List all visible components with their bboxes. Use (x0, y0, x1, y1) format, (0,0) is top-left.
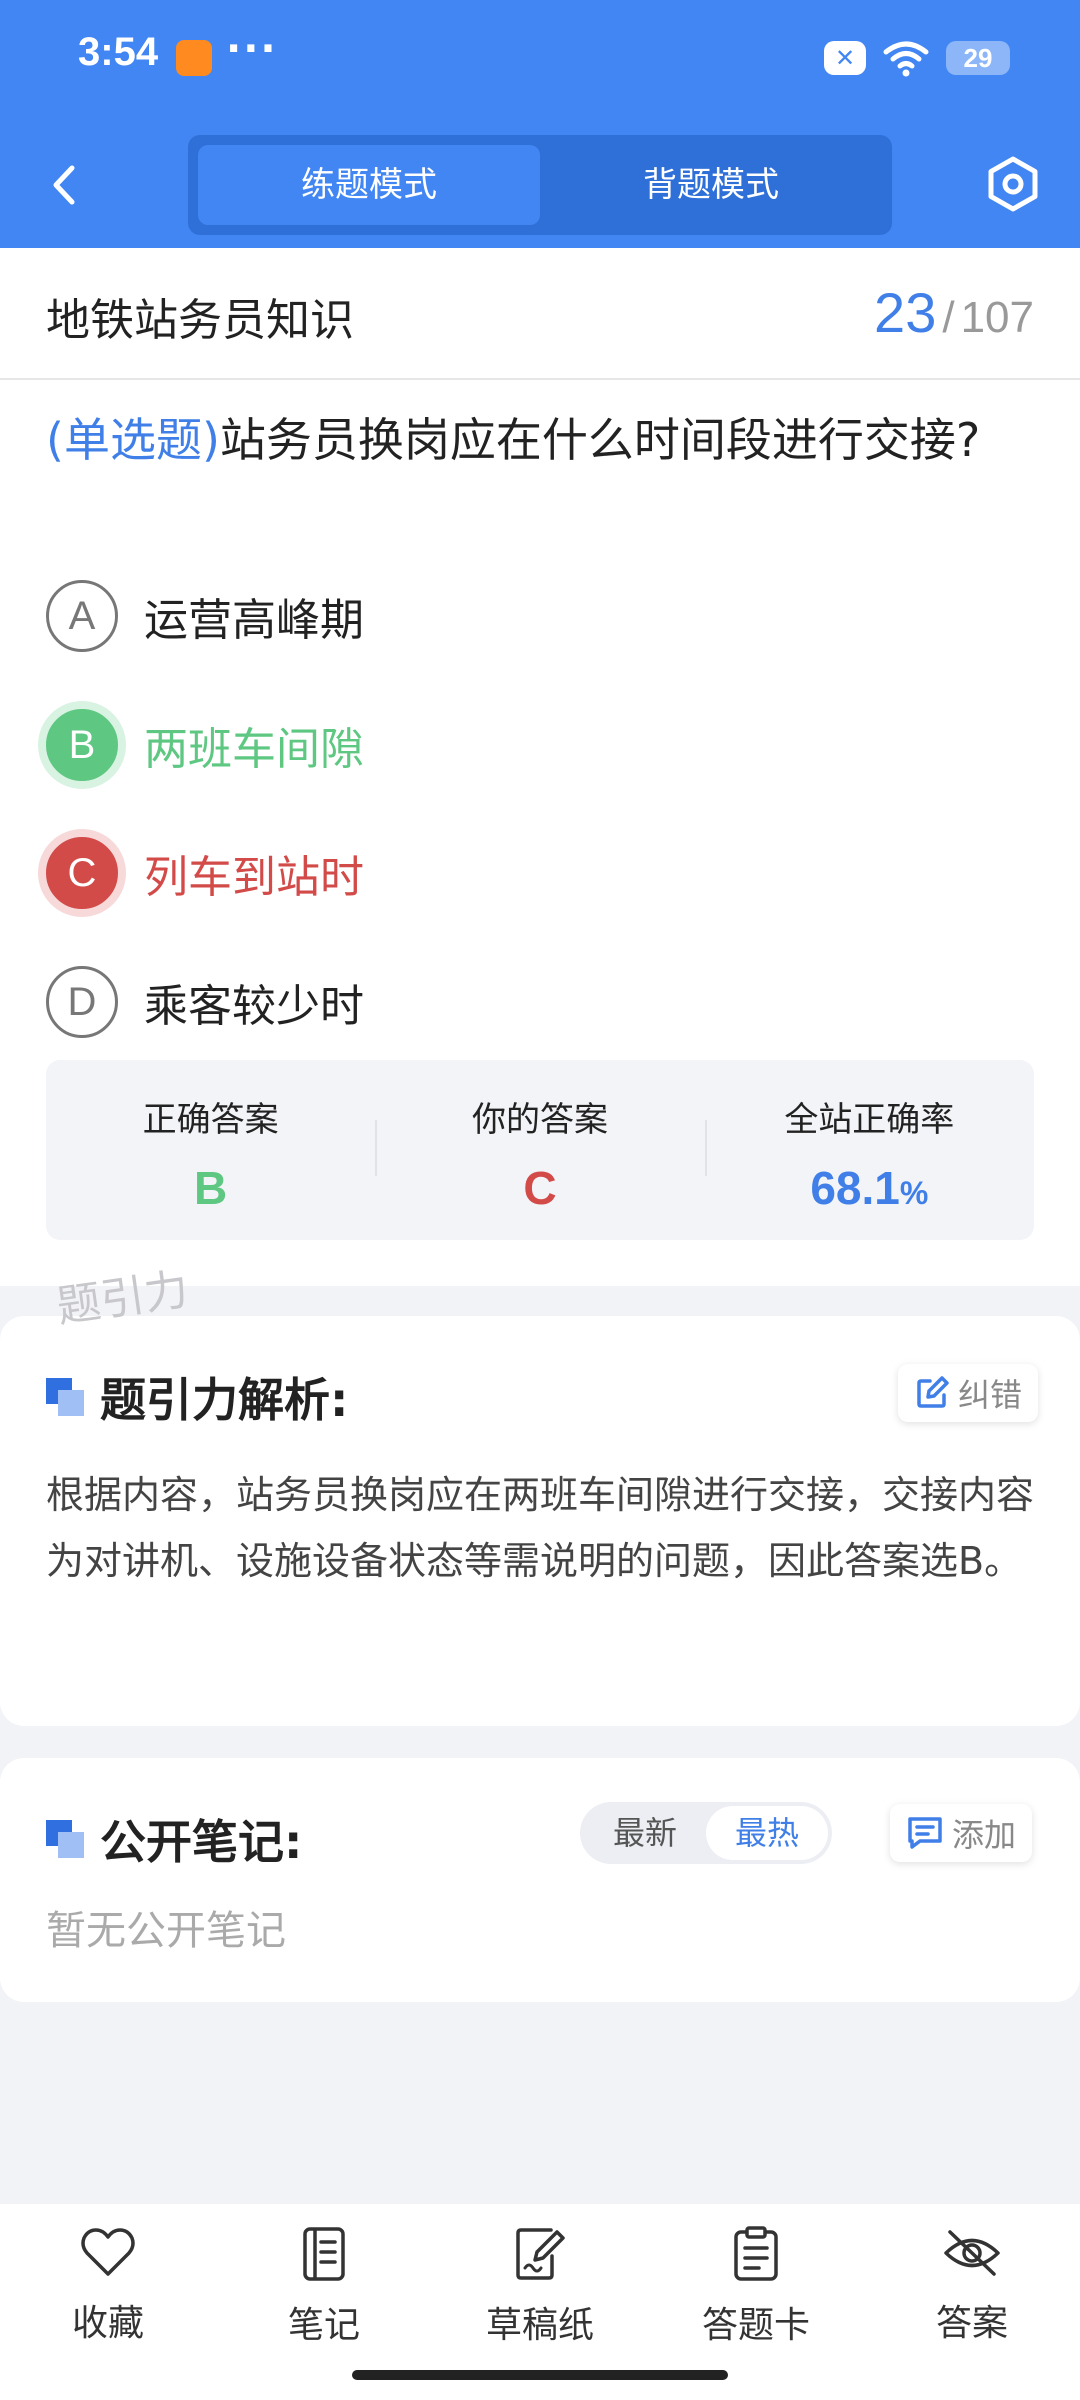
nav-label: 答案 (935, 2303, 1008, 2344)
notes-title: 公开笔记: (100, 1815, 303, 1869)
home-indicator[interactable] (352, 2370, 728, 2380)
question-stem: 站务员换岗应在什么时间段进行交接? (219, 413, 981, 467)
option-letter: D (46, 966, 118, 1038)
progress-separator: / (942, 293, 955, 342)
correct-answer-column: 正确答案 B (46, 1060, 375, 1240)
analysis-text: 根据内容，站务员换岗应在两班车间隙进行交接，交接内容为对讲机、设施设备状态等需说… (46, 1473, 1035, 1583)
tab-memorize-mode[interactable]: 背题模式 (540, 145, 882, 225)
comment-icon (908, 1817, 942, 1849)
option-text: 两班车间隙 (144, 724, 364, 775)
heart-icon (81, 2228, 135, 2276)
correct-answer-label: 正确答案 (142, 1100, 279, 1140)
eye-off-icon (944, 2230, 1000, 2276)
edit-icon (917, 1376, 949, 1408)
back-arrow-icon[interactable] (40, 160, 90, 210)
notes-empty-text: 暂无公开笔记 (46, 1908, 286, 1954)
notification-app-icon (176, 40, 212, 76)
analysis-card: 题引力解析: 纠错 根据内容，站务员换岗应在两班车间隙进行交接，交接内容为对讲机… (0, 1316, 1080, 1726)
mode-toggle: 练题模式 背题模式 (188, 135, 892, 235)
more-notifications-icon: ··· (226, 26, 278, 72)
option-letter: A (46, 580, 118, 652)
report-error-label: 纠错 (958, 1376, 1023, 1414)
answer-result-panel: 正确答案 B 你的答案 C 全站正确率 68.1% (46, 1060, 1034, 1240)
your-answer-column: 你的答案 C (375, 1060, 704, 1240)
your-answer-label: 你的答案 (471, 1100, 608, 1140)
accuracy-rate-number: 68.1 (810, 1162, 900, 1214)
draft-paper-icon (516, 2228, 565, 2280)
option-text: 列车到站时 (144, 852, 364, 903)
add-note-label: 添加 (952, 1816, 1017, 1854)
accuracy-rate-value: 68.1% (705, 1161, 1034, 1215)
settings-icon[interactable] (984, 155, 1042, 213)
notes-header: 公开笔记: (46, 1806, 302, 1872)
sort-hottest[interactable]: 最热 (706, 1806, 828, 1860)
notebook-icon (303, 2227, 345, 2281)
nav-favorite[interactable]: 收藏 (0, 2204, 216, 2400)
question-progress[interactable]: 23/107 (874, 280, 1034, 345)
topic-row: 地铁站务员知识 23/107 (0, 248, 1080, 380)
add-note-button[interactable]: 添加 (890, 1804, 1033, 1862)
option-b[interactable]: B 两班车间隙 (46, 707, 1026, 783)
option-letter: B (46, 709, 118, 781)
status-icons: ✕ 29 (824, 38, 1010, 78)
analysis-title: 题引力解析: (100, 1373, 349, 1427)
option-text: 乘客较少时 (144, 981, 364, 1032)
option-text: 运营高峰期 (144, 595, 364, 646)
total-question-count: 107 (960, 293, 1034, 342)
status-bar: 3:54 ··· ✕ 29 (0, 0, 1080, 120)
section-squares-icon (46, 1378, 84, 1416)
accuracy-rate-unit: % (899, 1175, 929, 1211)
nav-label: 草稿纸 (485, 2305, 594, 2346)
answer-sheet-icon (734, 2226, 778, 2281)
nav-label: 答题卡 (701, 2305, 810, 2346)
notes-sort-toggle: 最新 最热 (580, 1802, 832, 1864)
correct-answer-value: B (194, 1162, 228, 1214)
accuracy-rate-column: 全站正确率 68.1% (704, 1060, 1034, 1240)
app-header: 3:54 ··· ✕ 29 练题模式 背题模式 (0, 0, 1080, 248)
topic-title: 地铁站务员知识 (46, 295, 354, 346)
no-sim-icon: ✕ (824, 41, 866, 75)
battery-indicator: 29 (946, 41, 1010, 75)
sort-latest[interactable]: 最新 (584, 1806, 706, 1860)
question-text: (单选题)站务员换岗应在什么时间段进行交接? (46, 408, 1046, 472)
analysis-header: 题引力解析: (46, 1364, 348, 1430)
option-a[interactable]: A 运营高峰期 (46, 578, 1026, 654)
report-error-button[interactable]: 纠错 (898, 1364, 1039, 1422)
tab-practice-mode[interactable]: 练题模式 (198, 145, 540, 225)
nav-show-answer[interactable]: 答案 (864, 2204, 1080, 2400)
nav-label: 收藏 (71, 2303, 144, 2344)
nav-label: 笔记 (287, 2305, 360, 2346)
status-time: 3:54 (78, 30, 159, 74)
option-letter: C (46, 837, 118, 909)
wifi-icon (883, 41, 929, 77)
section-squares-icon (46, 1820, 84, 1858)
accuracy-rate-label: 全站正确率 (784, 1100, 955, 1140)
option-d[interactable]: D 乘客较少时 (46, 964, 1026, 1040)
your-answer-value: C (523, 1162, 557, 1214)
option-c[interactable]: C 列车到站时 (46, 835, 1026, 911)
public-notes-card: 公开笔记: 最新 最热 添加 暂无公开笔记 (0, 1758, 1080, 2002)
question-card: 地铁站务员知识 23/107 (单选题)站务员换岗应在什么时间段进行交接? A … (0, 248, 1080, 1286)
question-type-label: (单选题) (46, 413, 220, 467)
current-question-number: 23 (874, 281, 937, 344)
